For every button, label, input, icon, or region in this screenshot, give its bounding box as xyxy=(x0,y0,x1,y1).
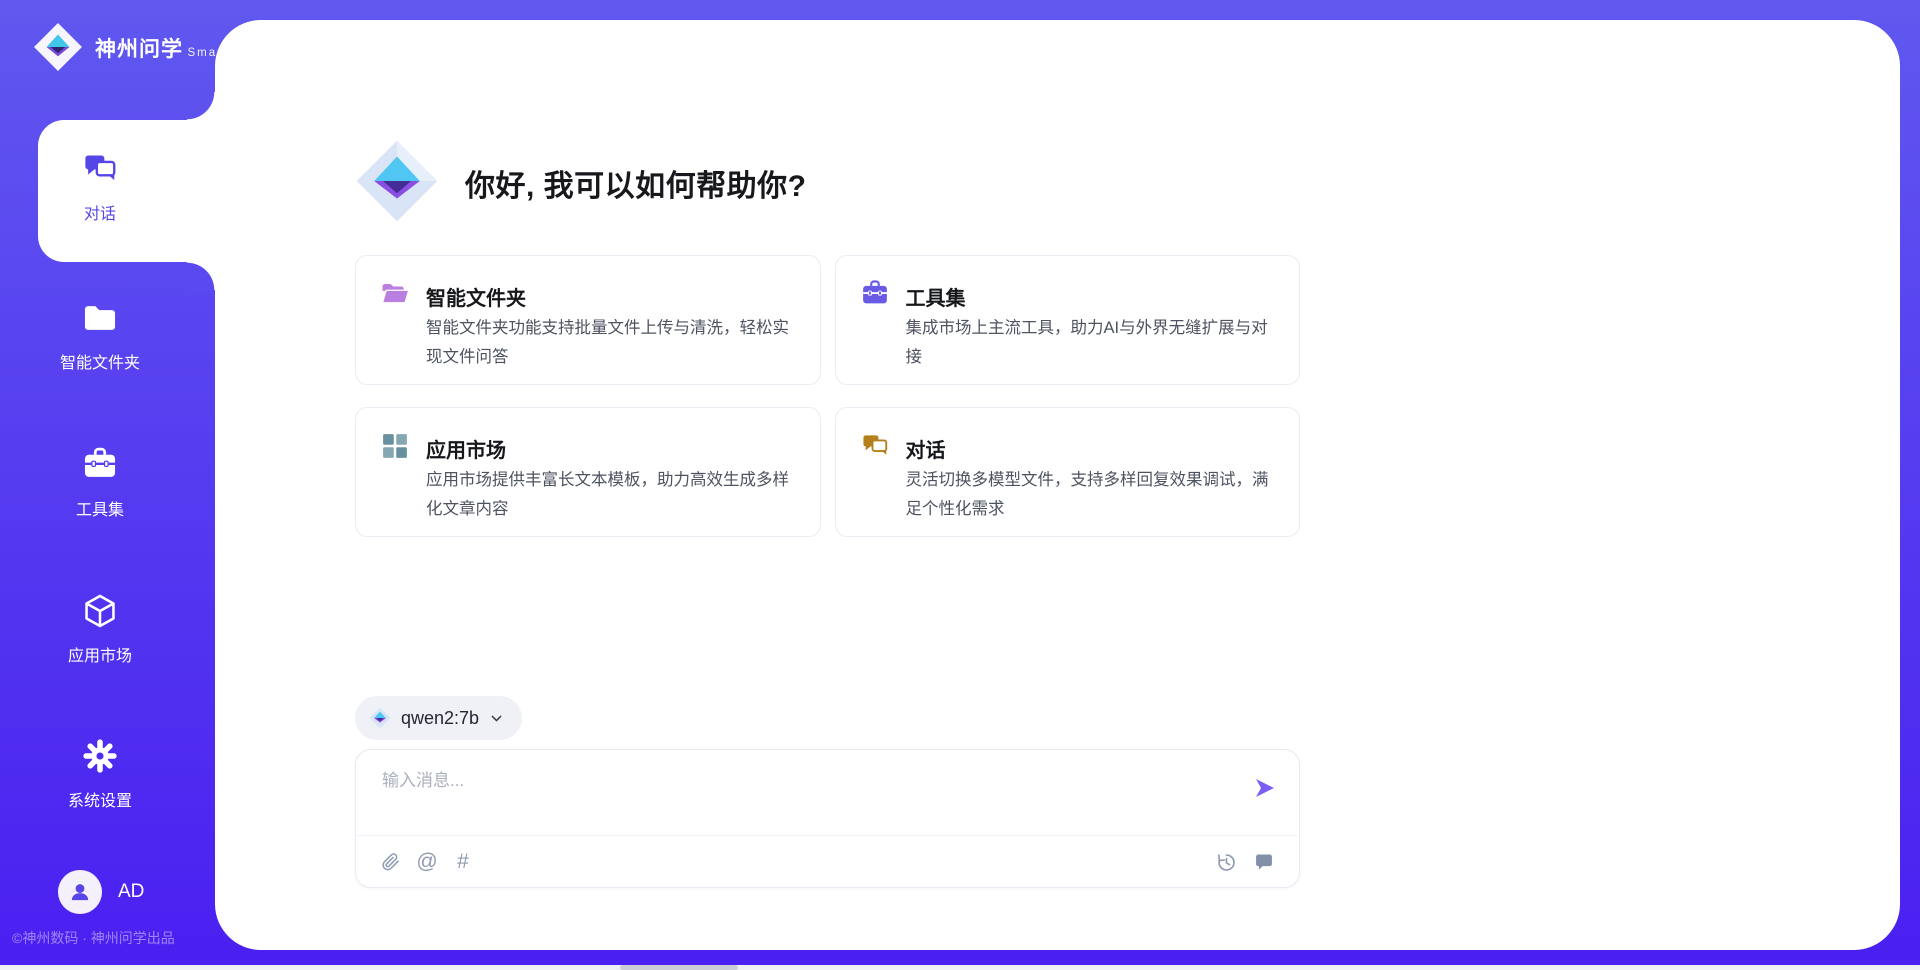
model-diamond-logo-icon xyxy=(369,707,391,729)
user-profile[interactable]: AD xyxy=(58,870,144,914)
app-root: 神州问学 Smart Vision 对话 智能文件夹 xyxy=(0,0,1920,970)
message-composer: @ # xyxy=(355,749,1300,888)
sidebar-item-label: 工具集 xyxy=(0,496,200,520)
brand-logo-block: 神州问学 Smart Vision xyxy=(33,22,276,77)
brand-name: 神州问学 xyxy=(95,38,183,61)
model-selector[interactable]: qwen2:7b xyxy=(355,696,522,740)
paperclip-icon[interactable] xyxy=(380,850,402,874)
chat-icon xyxy=(81,150,119,193)
active-nav-fillet-bottom xyxy=(187,262,215,290)
card-title: 智能文件夹 xyxy=(426,282,526,311)
card-app-market[interactable]: 应用市场 应用市场提供丰富长文本模板，助力高效生成多样化文章内容 xyxy=(355,407,821,537)
card-smart-folder[interactable]: 智能文件夹 智能文件夹功能支持批量文件上传与清洗，轻松实现文件问答 xyxy=(355,255,821,385)
card-chat[interactable]: 对话 灵活切换多模型文件，支持多样回复效果调试，满足个性化需求 xyxy=(835,407,1301,537)
sidebar-item-label: 对话 xyxy=(0,200,200,224)
message-input[interactable] xyxy=(380,764,1244,828)
card-description: 应用市场提供丰富长文本模板，助力高效生成多样化文章内容 xyxy=(426,466,798,524)
chat-bubble-icon[interactable] xyxy=(1253,850,1275,874)
sidebar-item-label: 系统设置 xyxy=(0,787,200,811)
composer-toolbar: @ # xyxy=(380,844,1275,880)
sidebar-item-label: 应用市场 xyxy=(0,642,200,666)
card-toolbox[interactable]: 工具集 集成市场上主流工具，助力AI与外界无缝扩展与对接 xyxy=(835,255,1301,385)
folder-icon xyxy=(81,299,119,342)
card-description: 智能文件夹功能支持批量文件上传与清洗，轻松实现文件问答 xyxy=(426,314,798,372)
at-icon[interactable]: @ xyxy=(416,850,438,874)
feature-cards: 智能文件夹 智能文件夹功能支持批量文件上传与清洗，轻松实现文件问答 工具集 集成… xyxy=(355,255,1300,537)
gear-icon xyxy=(81,737,119,780)
chat-icon xyxy=(860,431,890,466)
card-description: 集成市场上主流工具，助力AI与外界无缝扩展与对接 xyxy=(906,314,1278,372)
greeting-diamond-logo-icon xyxy=(355,139,439,228)
chevron-down-icon xyxy=(489,711,504,726)
card-description: 灵活切换多模型文件，支持多样回复效果调试，满足个性化需求 xyxy=(906,466,1278,524)
copyright-text: ©神州数码 · 神州问学出品 xyxy=(12,928,222,948)
sidebar-item-settings[interactable]: 系统设置 xyxy=(0,737,200,811)
card-title: 对话 xyxy=(906,434,946,463)
history-icon[interactable] xyxy=(1215,850,1237,874)
horizontal-scrollbar-track xyxy=(0,965,1920,970)
toolbox-icon xyxy=(860,279,890,314)
brand-subtitle: Smart Vision xyxy=(187,47,276,59)
toolbox-icon xyxy=(81,446,119,489)
folder-open-icon xyxy=(380,279,410,314)
cube-icon xyxy=(81,592,119,635)
model-name: qwen2:7b xyxy=(401,708,479,729)
sidebar-item-label: 智能文件夹 xyxy=(0,349,200,373)
active-nav-fillet-top xyxy=(187,92,215,120)
card-title: 工具集 xyxy=(906,282,966,311)
grid-icon xyxy=(380,431,410,466)
horizontal-scrollbar-thumb[interactable] xyxy=(620,965,738,970)
avatar xyxy=(58,870,102,914)
greeting-block: 你好, 我可以如何帮助你? xyxy=(355,140,807,226)
sidebar-item-toolbox[interactable]: 工具集 xyxy=(0,446,200,520)
user-initials: AD xyxy=(118,881,144,903)
card-title: 应用市场 xyxy=(426,434,506,463)
greeting-title: 你好, 我可以如何帮助你? xyxy=(465,161,807,205)
send-icon[interactable] xyxy=(1253,776,1277,800)
sidebar-item-app-market[interactable]: 应用市场 xyxy=(0,592,200,666)
sidebar-item-chat[interactable]: 对话 xyxy=(0,150,200,224)
sidebar-item-smart-folder[interactable]: 智能文件夹 xyxy=(0,299,200,373)
hash-icon[interactable]: # xyxy=(452,850,474,874)
composer-divider xyxy=(357,835,1298,836)
brand-diamond-logo-icon xyxy=(33,22,83,77)
person-icon xyxy=(66,878,94,906)
